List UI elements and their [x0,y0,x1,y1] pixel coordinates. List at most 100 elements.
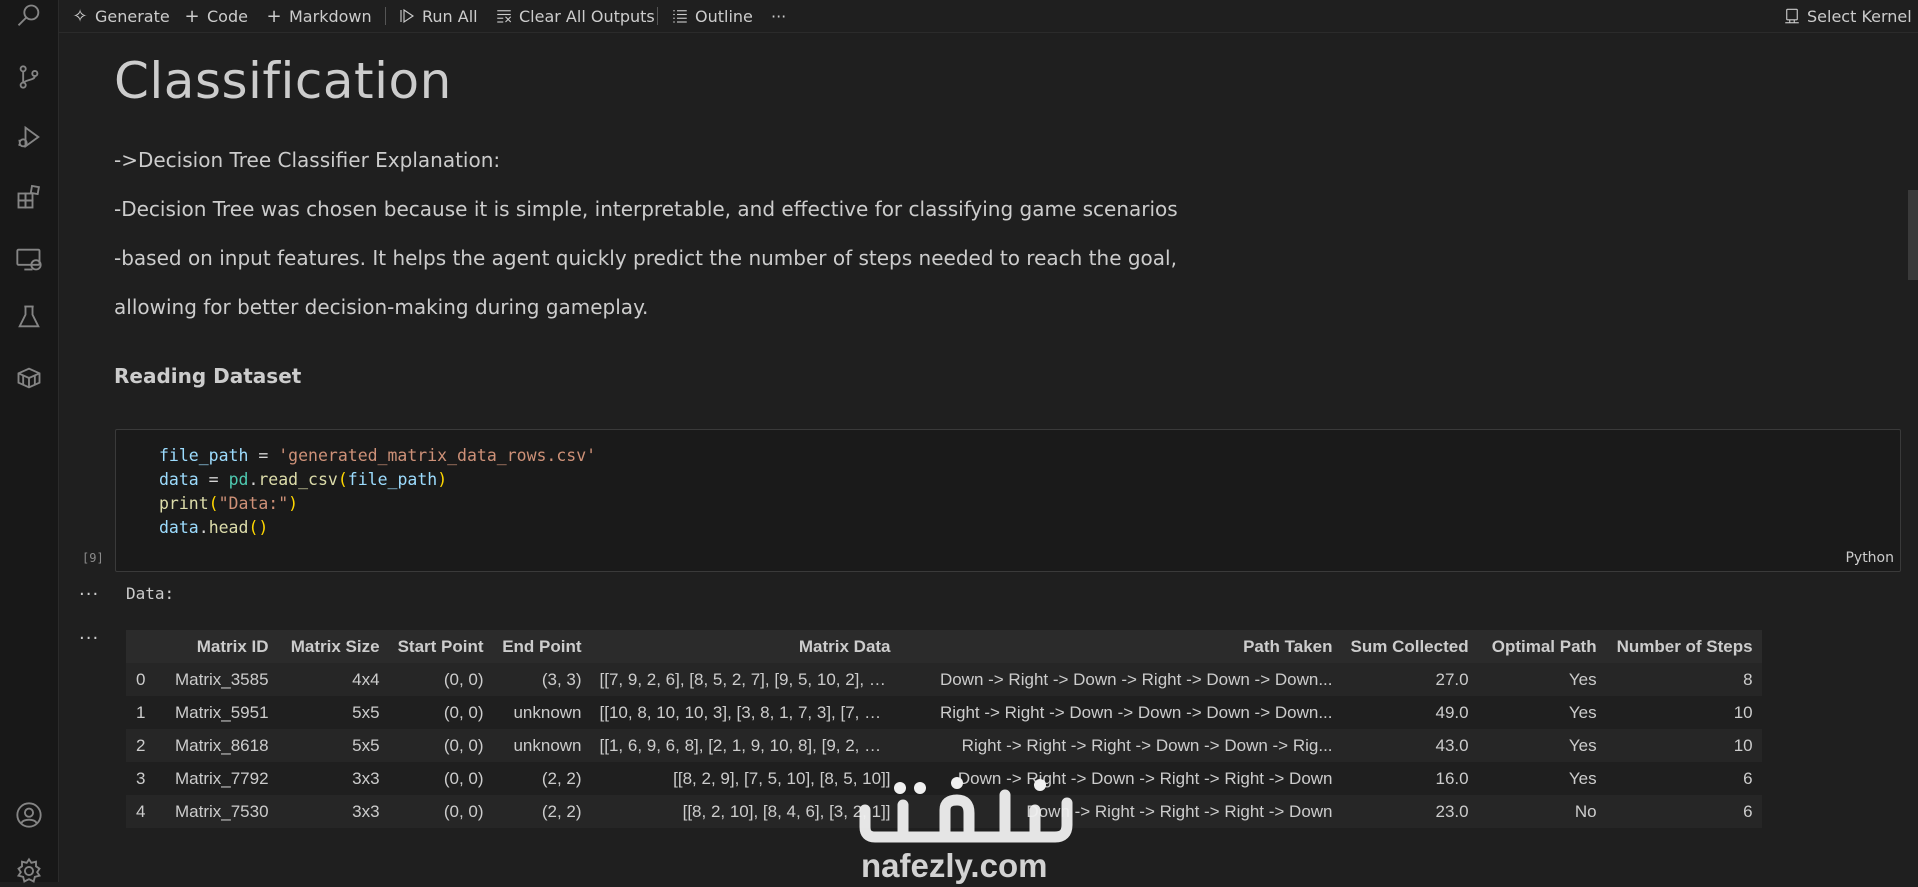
table-cell: 16.0 [1341,762,1478,795]
row-index: 1 [126,696,166,729]
output-more-icon[interactable]: ··· [79,628,99,649]
table-cell: Matrix_3585 [166,663,278,696]
table-cell: Yes [1477,762,1606,795]
table-header-row: Matrix ID Matrix Size Start Point End Po… [126,630,1762,663]
table-cell: Matrix_7530 [166,795,278,828]
cell-language-label[interactable]: Python [1845,550,1894,566]
table-cell: Down -> Right -> Right -> Right -> Down [899,795,1342,828]
column-header: Start Point [388,630,493,663]
table-row: 1 Matrix_5951 5x5 (0, 0) unknown [[10, 8… [126,696,1762,729]
generate-button[interactable]: ✧ Generate [71,4,170,28]
select-kernel-label: Select Kernel [1807,6,1912,26]
run-all-button[interactable]: Run All [398,4,478,28]
markdown-heading: Reading Dataset [114,364,302,388]
markdown-label: Markdown [289,6,372,26]
table-cell: 5x5 [277,729,389,762]
toolbar-divider [657,7,658,25]
scrollbar-thumb[interactable] [1908,190,1918,280]
table-cell: Matrix_5951 [166,696,278,729]
table-cell: 3x3 [277,795,389,828]
markdown-line: ->Decision Tree Classifier Explanation: [114,148,501,172]
more-actions-icon: ··· [771,6,787,26]
table-cell: 23.0 [1341,795,1478,828]
table-cell: 6 [1605,762,1762,795]
add-code-button[interactable]: + Code [183,4,248,28]
clear-outputs-icon [497,10,512,23]
containers-icon[interactable] [13,362,45,394]
code-label: Code [207,6,248,26]
plus-icon: + [184,5,200,27]
toolbar-divider [385,7,386,25]
table-cell: unknown [492,729,591,762]
table-row: 4 Matrix_7530 3x3 (0, 0) (2, 2) [[8, 2, … [126,795,1762,828]
table-cell: 43.0 [1341,729,1478,762]
execution-count: [9] [82,551,104,565]
generate-label: Generate [95,6,170,26]
settings-gear-icon[interactable] [13,855,45,887]
row-index: 3 [126,762,166,795]
table-cell: 6 [1605,795,1762,828]
output-more-icon[interactable]: ··· [79,584,99,605]
account-icon[interactable] [13,799,45,831]
table-row: 0 Matrix_3585 4x4 (0, 0) (3, 3) [[7, 9, … [126,663,1762,696]
table-cell: Right -> Right -> Right -> Down -> Down … [899,729,1342,762]
column-header: Optimal Path [1477,630,1606,663]
code-cell[interactable]: file_path = 'generated_matrix_data_rows.… [115,429,1901,572]
table-cell: 49.0 [1341,696,1478,729]
testing-icon[interactable] [13,301,45,333]
table-cell: (0, 0) [388,663,493,696]
more-actions-button[interactable]: ··· [771,4,786,28]
extensions-icon[interactable] [13,181,45,213]
outline-label: Outline [695,6,753,26]
table-cell: Yes [1477,663,1606,696]
row-index: 2 [126,729,166,762]
table-cell: Down -> Right -> Down -> Right -> Right … [899,762,1342,795]
column-header: Matrix Size [277,630,389,663]
sparkle-icon: ✧ [72,5,88,27]
table-cell: [[1, 6, 9, 6, 8], [2, 1, 9, 10, 8], [9, … [590,729,900,762]
table-cell: Matrix_8618 [166,729,278,762]
table-cell: 4x4 [277,663,389,696]
column-header [126,630,166,663]
table-cell: 27.0 [1341,663,1478,696]
column-header: Matrix Data [590,630,900,663]
table-cell: [[7, 9, 2, 6], [8, 5, 2, 7], [9, 5, 10, … [590,663,900,696]
table-cell: Yes [1477,696,1606,729]
outline-button[interactable]: Outline [671,4,753,28]
plus-icon: + [266,5,282,27]
activity-bar [0,0,59,883]
row-index: 0 [126,663,166,696]
table-cell: No [1477,795,1606,828]
source-control-icon[interactable] [13,61,45,93]
table-cell: (2, 2) [492,795,591,828]
run-debug-icon[interactable] [13,121,45,153]
table-row: 3 Matrix_7792 3x3 (0, 0) (2, 2) [[8, 2, … [126,762,1762,795]
notebook-toolbar: ✧ Generate + Code + Markdown Run All Cle… [59,0,1918,33]
markdown-line: allowing for better decision-making duri… [114,295,649,319]
markdown-title: Classification [114,52,452,110]
table-cell: (0, 0) [388,795,493,828]
table-cell: 3x3 [277,762,389,795]
code-editor[interactable]: file_path = 'generated_matrix_data_rows.… [159,444,596,540]
table-cell: Down -> Right -> Down -> Right -> Down -… [899,663,1342,696]
column-header: End Point [492,630,591,663]
column-header: Path Taken [899,630,1342,663]
column-header: Matrix ID [166,630,278,663]
table-cell: (0, 0) [388,762,493,795]
clear-all-outputs-button[interactable]: Clear All Outputs [495,4,655,28]
remote-explorer-icon[interactable] [13,243,45,275]
table-cell: [[10, 8, 10, 10, 3], [3, 8, 1, 7, 3], [7… [590,696,900,729]
select-kernel-button[interactable]: Select Kernel [1783,4,1912,28]
table-cell: Yes [1477,729,1606,762]
row-index: 4 [126,795,166,828]
search-icon[interactable] [13,0,45,32]
run-all-label: Run All [422,6,478,26]
kernel-icon [1785,8,1799,24]
column-header: Sum Collected [1341,630,1478,663]
table-cell: (0, 0) [388,729,493,762]
table-cell: [[8, 2, 10], [8, 4, 6], [3, 2, 1]] [590,795,900,828]
add-markdown-button[interactable]: + Markdown [265,4,372,28]
table-cell: 5x5 [277,696,389,729]
run-all-icon [400,8,415,24]
table-cell: unknown [492,696,591,729]
